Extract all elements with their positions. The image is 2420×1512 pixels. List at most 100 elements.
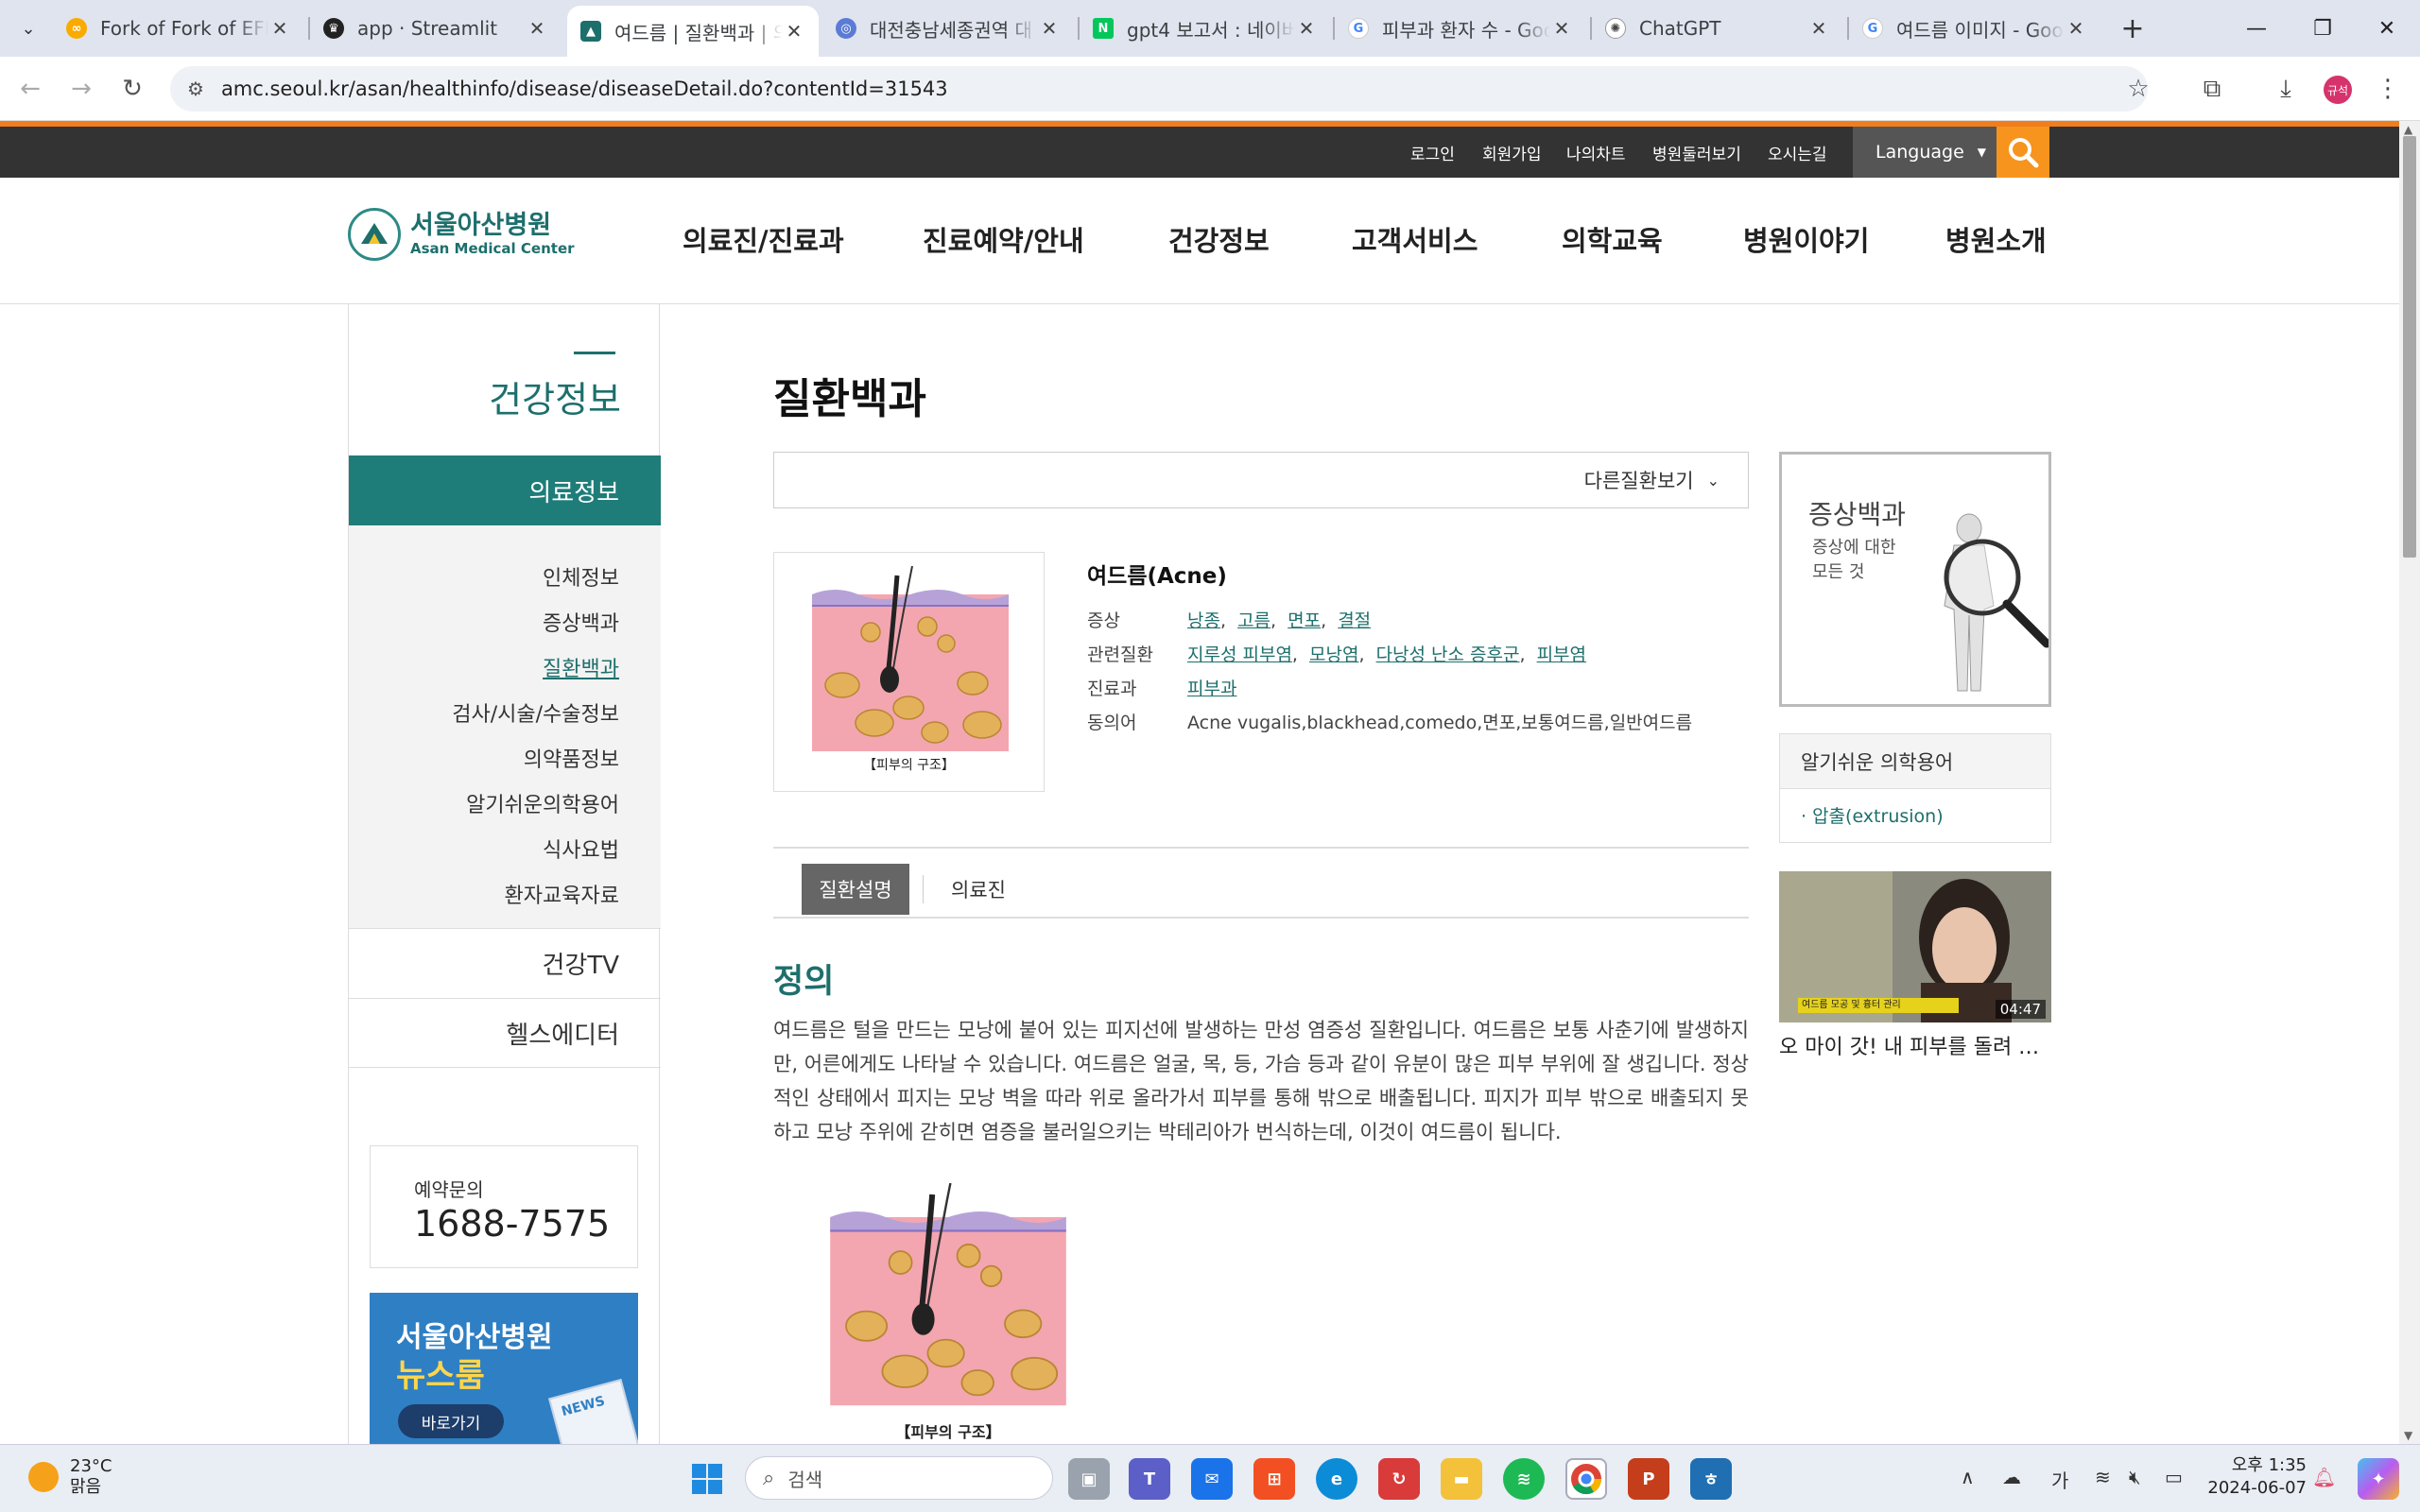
lnb-item-terms[interactable]: 알기쉬운의학용어 xyxy=(466,788,619,818)
close-tab-icon[interactable]: ✕ xyxy=(526,17,548,40)
term-link[interactable]: · 압출(extrusion) xyxy=(1780,789,2050,828)
browser-tab[interactable]: ♛ app · Streamlit ✕ xyxy=(310,8,562,49)
notification-bell-icon[interactable]: 🔔︎ xyxy=(2312,1466,2336,1488)
edge-icon[interactable]: e xyxy=(1316,1458,1357,1500)
bookmark-star-icon[interactable]: ☆ xyxy=(2119,70,2157,108)
lnb-health-editor[interactable]: 헬스에디터 xyxy=(349,998,661,1068)
minimize-icon[interactable]: — xyxy=(2223,0,2290,57)
site-search-button[interactable] xyxy=(1996,127,2049,178)
close-tab-icon[interactable]: ✕ xyxy=(1807,17,1830,40)
my-chart-link[interactable]: 나의차트 xyxy=(1566,127,1626,178)
spotify-icon[interactable]: ≋ xyxy=(1503,1458,1545,1500)
url-bar[interactable]: ⚙ amc.seoul.kr/asan/healthinfo/disease/d… xyxy=(170,66,2148,112)
mail-icon[interactable]: ✉ xyxy=(1191,1458,1233,1500)
close-tab-icon[interactable]: ✕ xyxy=(2065,17,2087,40)
hospital-logo[interactable]: 서울아산병원 Asan Medical Center xyxy=(348,208,575,261)
file-explorer-icon[interactable]: ▬ xyxy=(1441,1458,1482,1500)
taskbar-search[interactable]: ⌕ 검색 xyxy=(745,1456,1053,1500)
symptom-link[interactable]: 낭종 xyxy=(1187,610,1220,631)
volume-muted-icon[interactable]: 🔇︎ xyxy=(2129,1466,2141,1488)
copilot-icon[interactable]: ✦ xyxy=(2358,1458,2399,1500)
wifi-icon[interactable]: ≋ xyxy=(2095,1466,2111,1488)
forward-icon[interactable]: → xyxy=(62,70,100,108)
video-title[interactable]: 오 마이 갓! 내 피부를 돌려 … xyxy=(1779,1030,2051,1060)
store-icon[interactable]: ⊞ xyxy=(1253,1458,1295,1500)
related-link[interactable]: 모낭염 xyxy=(1309,644,1358,665)
close-tab-icon[interactable]: ✕ xyxy=(268,17,291,40)
other-disease-select[interactable]: 다른질환보기 ⌄ xyxy=(773,452,1749,508)
page-scrollbar[interactable]: ▲ ▼ xyxy=(2399,121,2420,1444)
browser-tab[interactable]: G 여드름 이미지 - Goo ✕ xyxy=(1849,8,2100,49)
hangul-icon[interactable]: ㅎ xyxy=(1690,1458,1732,1500)
lnb-item-drugs[interactable]: 의약품정보 xyxy=(524,743,619,773)
browser-tab[interactable]: ◎ 대전충남세종권역 대 ✕ xyxy=(822,8,1074,49)
health-tv-video-thumbnail[interactable]: 여드름 모공 및 흉터 관리 04:47 xyxy=(1779,871,2051,1022)
task-view-icon[interactable]: ▣ xyxy=(1068,1458,1110,1500)
hospital-tour-link[interactable]: 병원둘러보기 xyxy=(1652,127,1741,178)
close-tab-icon[interactable]: ✕ xyxy=(1550,17,1573,40)
powerpoint-icon[interactable]: P xyxy=(1628,1458,1669,1500)
browser-tab[interactable]: ∞ Fork of Fork of EFFN ✕ xyxy=(53,8,304,49)
symptom-link[interactable]: 고름 xyxy=(1237,610,1270,631)
language-select[interactable]: Language ▼ xyxy=(1853,127,1996,178)
symptom-encyclopedia-banner[interactable]: 증상백과 증상에 대한 모든 것 xyxy=(1779,452,2051,707)
lnb-item-diet[interactable]: 식사요법 xyxy=(543,833,619,864)
lnb-item-body-info[interactable]: 인체정보 xyxy=(543,561,619,592)
scrollbar-thumb[interactable] xyxy=(2403,136,2416,558)
lnb-health-tv[interactable]: 건강TV xyxy=(349,928,661,998)
menu-icon[interactable]: ⋮ xyxy=(2369,70,2407,108)
scroll-up-icon[interactable]: ▲ xyxy=(2404,123,2412,136)
close-tab-icon[interactable]: ✕ xyxy=(1038,17,1061,40)
gnb-reservation[interactable]: 진료예약/안내 xyxy=(923,219,1084,259)
back-icon[interactable]: ← xyxy=(11,70,49,108)
chrome-icon[interactable] xyxy=(1565,1458,1607,1500)
gnb-hospital-story[interactable]: 병원이야기 xyxy=(1743,219,1869,259)
signup-link[interactable]: 회원가입 xyxy=(1482,127,1542,178)
system-clock[interactable]: 오후 1:35 2024-06-07 xyxy=(2203,1454,2307,1500)
gnb-medical-education[interactable]: 의학교육 xyxy=(1562,219,1663,259)
start-icon[interactable] xyxy=(686,1458,728,1500)
extensions-icon[interactable]: ⧉ xyxy=(2193,70,2231,108)
gnb-about[interactable]: 병원소개 xyxy=(1945,219,2047,259)
weather-widget[interactable]: 23°C 맑음 xyxy=(28,1456,112,1498)
newsroom-go-button[interactable]: 바로가기 xyxy=(398,1404,504,1438)
browser-tab[interactable]: N gpt4 보고서 : 네이버 ✕ xyxy=(1080,8,1331,49)
gnb-health-info[interactable]: 건강정보 xyxy=(1168,219,1270,259)
newsroom-banner[interactable]: 서울아산병원 뉴스룸 바로가기 NEWS xyxy=(370,1293,638,1444)
browser-tab[interactable]: G 피부과 환자 수 - Goo ✕ xyxy=(1335,8,1586,49)
site-info-icon[interactable]: ⚙ xyxy=(187,77,204,100)
download-icon[interactable]: ⤓ xyxy=(2267,70,2305,108)
ime-indicator[interactable]: 가 xyxy=(2051,1466,2068,1493)
directions-link[interactable]: 오시는길 xyxy=(1768,127,1827,178)
lnb-item-symptoms[interactable]: 증상백과 xyxy=(543,607,619,637)
profile-avatar[interactable]: 규석 xyxy=(2324,76,2352,104)
related-link[interactable]: 피부염 xyxy=(1537,644,1586,665)
browser-tab[interactable]: ✺ ChatGPT ✕ xyxy=(1592,8,1843,49)
lnb-item-education[interactable]: 환자교육자료 xyxy=(505,879,619,909)
sync-app-icon[interactable]: ↻ xyxy=(1378,1458,1420,1500)
gnb-customer-service[interactable]: 고객서비스 xyxy=(1352,219,1478,259)
teams-icon[interactable]: T xyxy=(1129,1458,1170,1500)
onedrive-icon[interactable]: ☁ xyxy=(2002,1466,2021,1488)
reload-icon[interactable]: ↻ xyxy=(113,70,151,108)
tab-description[interactable]: 질환설명 xyxy=(802,864,909,915)
show-hidden-icons[interactable]: ∧ xyxy=(1961,1466,1975,1488)
symptom-link[interactable]: 결절 xyxy=(1338,610,1371,631)
new-tab-button[interactable]: + xyxy=(2114,9,2152,47)
tab-search-button[interactable]: ⌄ xyxy=(11,11,45,45)
related-link[interactable]: 지루성 피부염 xyxy=(1187,644,1292,665)
lnb-item-diseases[interactable]: 질환백과 xyxy=(543,652,619,682)
tab-doctors[interactable]: 의료진 xyxy=(951,864,1006,915)
lnb-item-procedures[interactable]: 검사/시술/수술정보 xyxy=(452,697,619,728)
department-link[interactable]: 피부과 xyxy=(1187,675,1236,700)
related-link[interactable]: 다낭성 난소 증후군 xyxy=(1376,644,1520,665)
close-tab-icon[interactable]: ✕ xyxy=(1295,17,1318,40)
browser-tab-active[interactable]: ▲ 여드름 | 질환백과 | 의 ✕ xyxy=(567,6,819,57)
scroll-down-icon[interactable]: ▼ xyxy=(2404,1429,2412,1442)
close-window-icon[interactable]: ✕ xyxy=(2354,0,2420,57)
login-link[interactable]: 로그인 xyxy=(1410,127,1455,178)
symptom-link[interactable]: 면포 xyxy=(1288,610,1321,631)
battery-icon[interactable]: ▭ xyxy=(2165,1466,2183,1488)
lnb-medical-info[interactable]: 의료정보 xyxy=(349,455,661,525)
gnb-doctors[interactable]: 의료진/진료과 xyxy=(683,219,844,259)
